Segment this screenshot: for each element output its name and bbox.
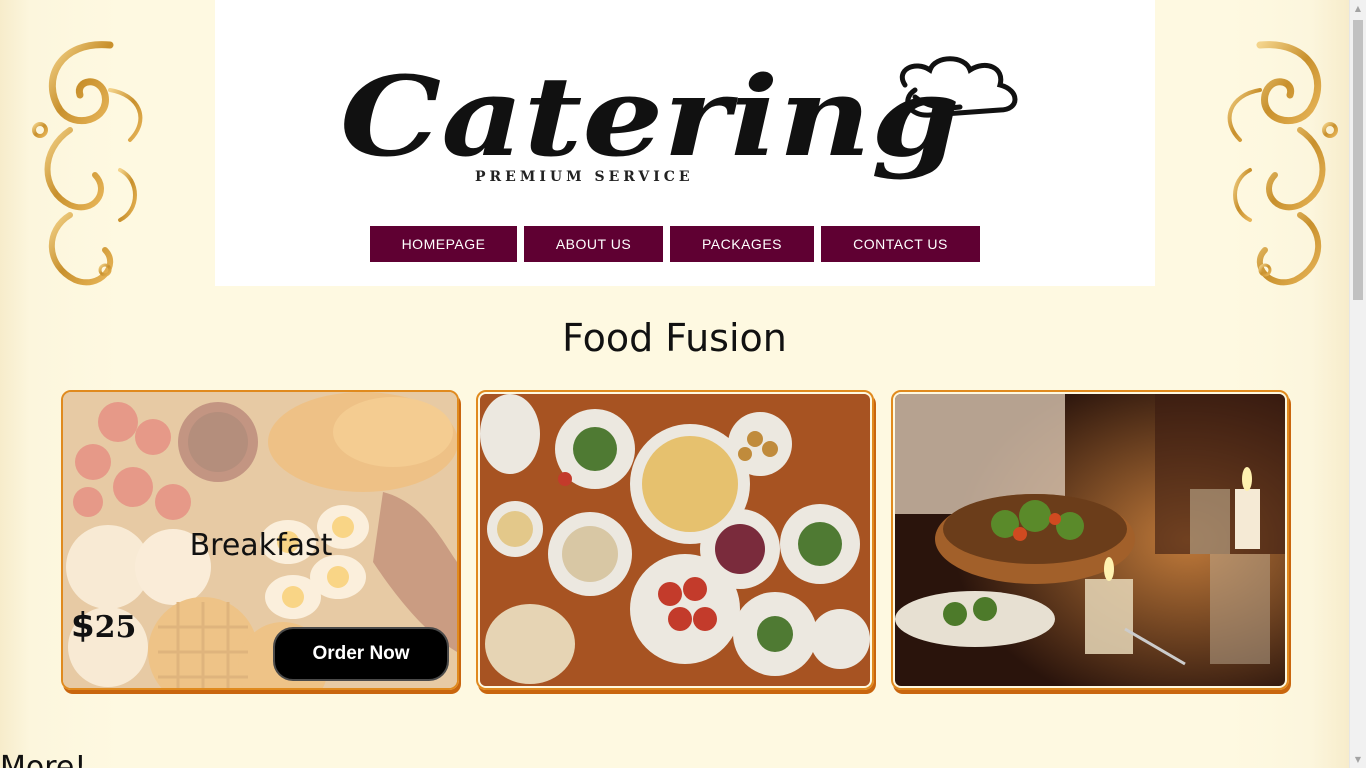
candlelit-dinner-photo <box>895 394 1285 686</box>
main-nav: HOMEPAGE ABOUT US PACKAGES CONTACT US <box>370 226 980 262</box>
section-title: Food Fusion <box>562 316 787 360</box>
price-amount: 25 <box>94 610 137 645</box>
logo-tagline: PREMIUM SERVICE <box>475 169 694 185</box>
more-section-title: More! <box>0 750 87 768</box>
catering-logo[interactable]: Catering PREMIUM SERVICE <box>340 55 1040 215</box>
dishes-card[interactable] <box>476 390 874 690</box>
dinner-card[interactable] <box>891 390 1289 690</box>
price-tag: $25 <box>71 606 136 646</box>
scroll-up-arrow-icon[interactable]: ▲ <box>1350 0 1366 17</box>
nav-contact-us[interactable]: CONTACT US <box>821 226 980 262</box>
site-header: Catering PREMIUM SERVICE HOMEPAGE ABOUT … <box>215 0 1155 286</box>
scroll-down-arrow-icon[interactable]: ▼ <box>1350 751 1366 768</box>
nav-homepage[interactable]: HOMEPAGE <box>370 226 517 262</box>
breakfast-card[interactable]: Breakfast $25 Order Now <box>61 390 459 690</box>
logo-wordmark: Catering <box>340 55 960 181</box>
shared-dishes-table-photo <box>480 394 870 686</box>
nav-packages[interactable]: PACKAGES <box>670 226 814 262</box>
order-now-button[interactable]: Order Now <box>273 627 449 681</box>
card-title: Breakfast <box>189 528 333 563</box>
scroll-thumb[interactable] <box>1353 20 1363 300</box>
price-currency: $ <box>71 606 95 646</box>
vertical-scrollbar[interactable]: ▲ ▼ <box>1349 0 1366 768</box>
nav-about-us[interactable]: ABOUT US <box>524 226 663 262</box>
